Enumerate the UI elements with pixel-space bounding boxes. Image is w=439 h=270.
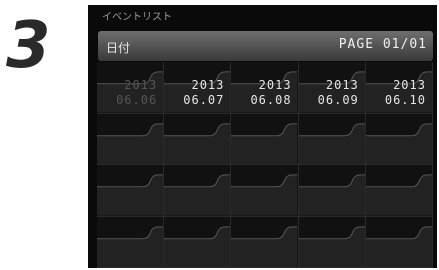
cell-tab-shape: [365, 122, 432, 164]
cell-tab-shape: [164, 225, 231, 267]
event-cell[interactable]: [298, 216, 366, 268]
event-cell[interactable]: 2013 06.07: [164, 62, 232, 114]
event-cell[interactable]: [365, 216, 433, 268]
event-cell[interactable]: [97, 216, 165, 268]
event-cell[interactable]: [365, 165, 433, 217]
page-indicator: PAGE 01/01: [338, 37, 427, 52]
cell-tab-shape: [231, 174, 298, 216]
cell-tab-shape: [97, 122, 164, 164]
step-number: 3: [6, 9, 51, 83]
event-cell[interactable]: [298, 165, 366, 217]
event-date: 06.06: [116, 93, 158, 107]
event-cell[interactable]: 2013 06.09: [298, 62, 366, 114]
screen-title: イベントリスト: [102, 12, 172, 23]
cell-tab-shape: [365, 174, 432, 216]
event-cell[interactable]: [365, 113, 433, 165]
event-date: 06.07: [183, 93, 225, 107]
cell-tab-shape: [97, 225, 164, 267]
event-date: 06.09: [317, 93, 359, 107]
cell-tab-shape: [231, 225, 298, 267]
event-cell[interactable]: [97, 113, 165, 165]
cell-tab-shape: [97, 174, 164, 216]
header-bar: 日付 PAGE 01/01: [98, 31, 433, 61]
event-year: 2013: [393, 78, 426, 92]
cell-tab-shape: [164, 122, 231, 164]
event-year: 2013: [191, 78, 225, 92]
event-cell[interactable]: 2013 06.10: [365, 62, 433, 114]
event-cell[interactable]: 2013 06.08: [231, 62, 299, 114]
event-cell[interactable]: [164, 216, 232, 268]
event-date: 06.10: [384, 93, 426, 107]
event-cell[interactable]: [97, 165, 165, 217]
event-cell[interactable]: [164, 165, 232, 217]
cell-tab-shape: [298, 225, 365, 267]
event-cell[interactable]: [231, 216, 299, 268]
cell-tab-shape: [231, 122, 298, 164]
cell-tab-shape: [298, 174, 365, 216]
event-cell[interactable]: 2013 06.06: [97, 62, 165, 114]
event-cell[interactable]: [164, 113, 232, 165]
cell-tab-shape: [365, 225, 432, 267]
cell-tab-shape: [298, 122, 365, 164]
date-column-label: 日付: [106, 41, 131, 55]
event-year: 2013: [124, 78, 158, 92]
event-year: 2013: [258, 78, 292, 92]
event-cell[interactable]: [231, 165, 299, 217]
event-year: 2013: [325, 78, 359, 92]
event-date: 06.08: [250, 93, 292, 107]
event-grid: 2013 06.06 2013 06.07 2013 06.08 2013 06.09 2013…: [97, 62, 433, 268]
event-list-screen: イベントリスト 日付 PAGE 01/01 2013 06.06 2013 06.07…: [88, 5, 437, 268]
event-cell[interactable]: [231, 113, 299, 165]
event-cell[interactable]: [298, 113, 366, 165]
cell-tab-shape: [164, 174, 231, 216]
